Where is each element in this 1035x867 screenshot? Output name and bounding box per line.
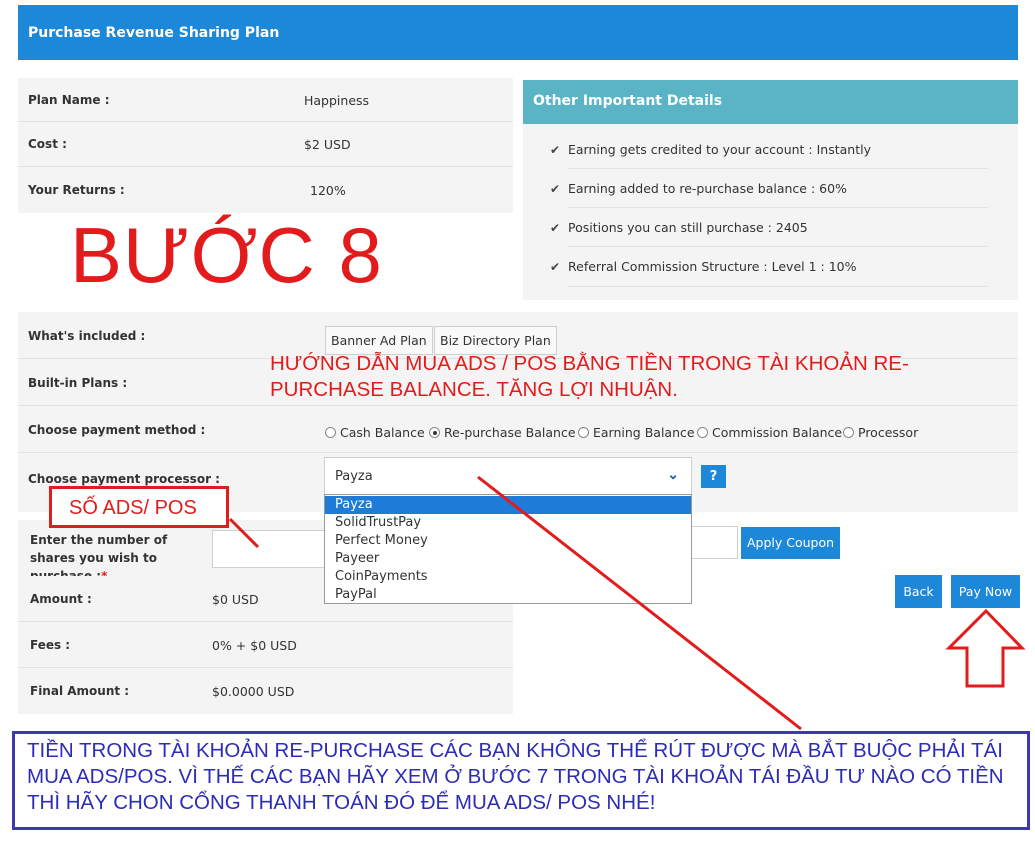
annotation-pointer-line [228,517,260,549]
annotation-pointer-line [477,475,802,731]
bottom-note: TIỀN TRONG TÀI KHOẢN RE-PURCHASE CÁC BẠN… [12,731,1030,830]
up-arrow-icon [945,608,1026,688]
